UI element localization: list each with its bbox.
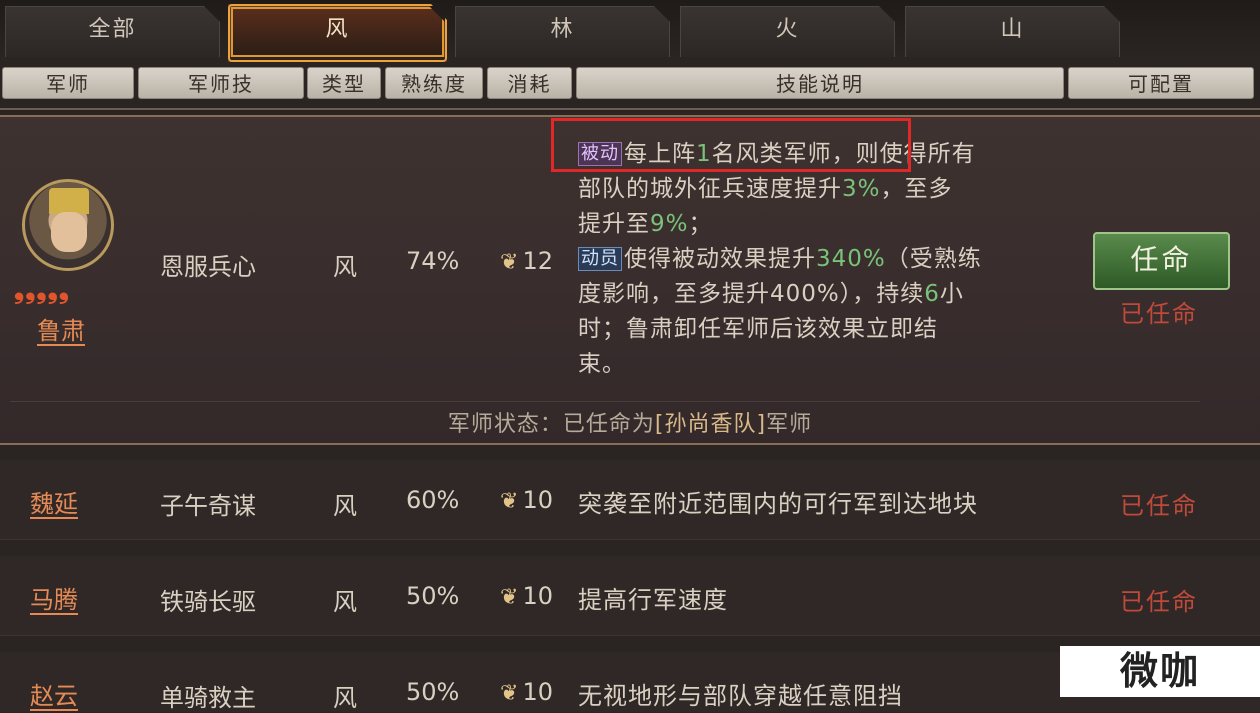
header-cost[interactable]: 消耗 [487, 67, 572, 99]
leaf-icon: ❦ [500, 489, 519, 514]
skill-name: 铁骑长驱 [160, 588, 256, 616]
appoint-button[interactable]: 任命 [1093, 232, 1230, 290]
skill-name: 恩服兵心 [160, 253, 256, 281]
advisor-name[interactable]: 鲁肃 [37, 311, 85, 346]
tab-wind[interactable]: 风 [230, 6, 445, 57]
header-description: 技能说明 [576, 67, 1064, 99]
rank-stars: ❟❟❟❟❟ [14, 275, 70, 305]
skill-type: 风 [333, 492, 357, 520]
description-line-2: 部队的城外征兵速度提升3%，至多 [578, 176, 953, 202]
active-tag: 动员 [578, 247, 622, 271]
skill-type: 风 [333, 253, 357, 281]
skill-description: 突袭至附近范围内的可行军到达地块 [578, 490, 978, 518]
header-skill[interactable]: 军师技 [138, 67, 304, 99]
header-type[interactable]: 类型 [307, 67, 381, 99]
skill-description: 无视地形与部队穿越任意阻挡 [578, 682, 903, 710]
description-line-3: 提升至9%； [578, 211, 713, 237]
appointed-label: 已任命 [1120, 300, 1198, 328]
table-row[interactable]: 马腾 铁骑长驱 风 50% ❦ 10 提高行军速度 已任命 [0, 556, 1260, 636]
skill-name: 子午奇谋 [160, 492, 256, 520]
proficiency-value: 74% [406, 247, 460, 275]
description-line-5: 度影响，至多提升400%），持续6小 [578, 281, 964, 307]
skill-type: 风 [333, 588, 357, 616]
header-configurable[interactable]: 可配置 [1068, 67, 1254, 99]
description-line-6: 时；鲁肃卸任军师后该效果立即结 [578, 316, 938, 342]
appointed-label: 已任命 [1120, 588, 1198, 616]
table-row[interactable]: 魏延 子午奇谋 风 60% ❦ 10 突袭至附近范围内的可行军到达地块 已任命 [0, 460, 1260, 540]
tab-all[interactable]: 全部 [5, 6, 220, 57]
proficiency-value: 50% [406, 678, 460, 706]
tab-bar: 全部 风 林 火 山 [0, 0, 1260, 60]
description-line-7: 束。 [578, 351, 626, 377]
skill-type: 风 [333, 684, 357, 712]
highlight-box [551, 118, 911, 172]
face-graphic [51, 212, 87, 252]
cost-value: ❦ 12 [500, 247, 553, 275]
hat-graphic [49, 188, 89, 214]
skill-name: 单骑救主 [160, 684, 256, 712]
watermark-logo: 微咖 [1060, 646, 1260, 697]
appointed-label: 已任命 [1120, 492, 1198, 520]
cost-value: ❦ 10 [500, 582, 553, 610]
status-divider [10, 401, 1200, 402]
proficiency-value: 60% [406, 486, 460, 514]
cost-value: ❦ 10 [500, 486, 553, 514]
advisor-name[interactable]: 赵云 [30, 676, 78, 711]
leaf-icon: ❦ [500, 250, 519, 275]
advisor-name[interactable]: 马腾 [30, 580, 78, 615]
header-divider [0, 108, 1260, 110]
proficiency-value: 50% [406, 582, 460, 610]
advisor-name[interactable]: 魏延 [30, 484, 78, 519]
tab-mountain[interactable]: 山 [905, 6, 1120, 57]
header-advisor[interactable]: 军师 [2, 67, 134, 99]
cost-value: ❦ 10 [500, 678, 553, 706]
tab-forest[interactable]: 林 [455, 6, 670, 57]
header-proficiency[interactable]: 熟练度 [385, 67, 483, 99]
skill-description: 提高行军速度 [578, 586, 728, 614]
tab-fire[interactable]: 火 [680, 6, 895, 57]
avatar[interactable] [22, 179, 114, 271]
leaf-icon: ❦ [500, 585, 519, 610]
description-line-4: 动员 使得被动效果提升340%（受熟练 [578, 242, 982, 277]
leaf-icon: ❦ [500, 681, 519, 706]
advisor-status: 军师状态：已任命为[孙尚香队]军师 [447, 412, 813, 437]
